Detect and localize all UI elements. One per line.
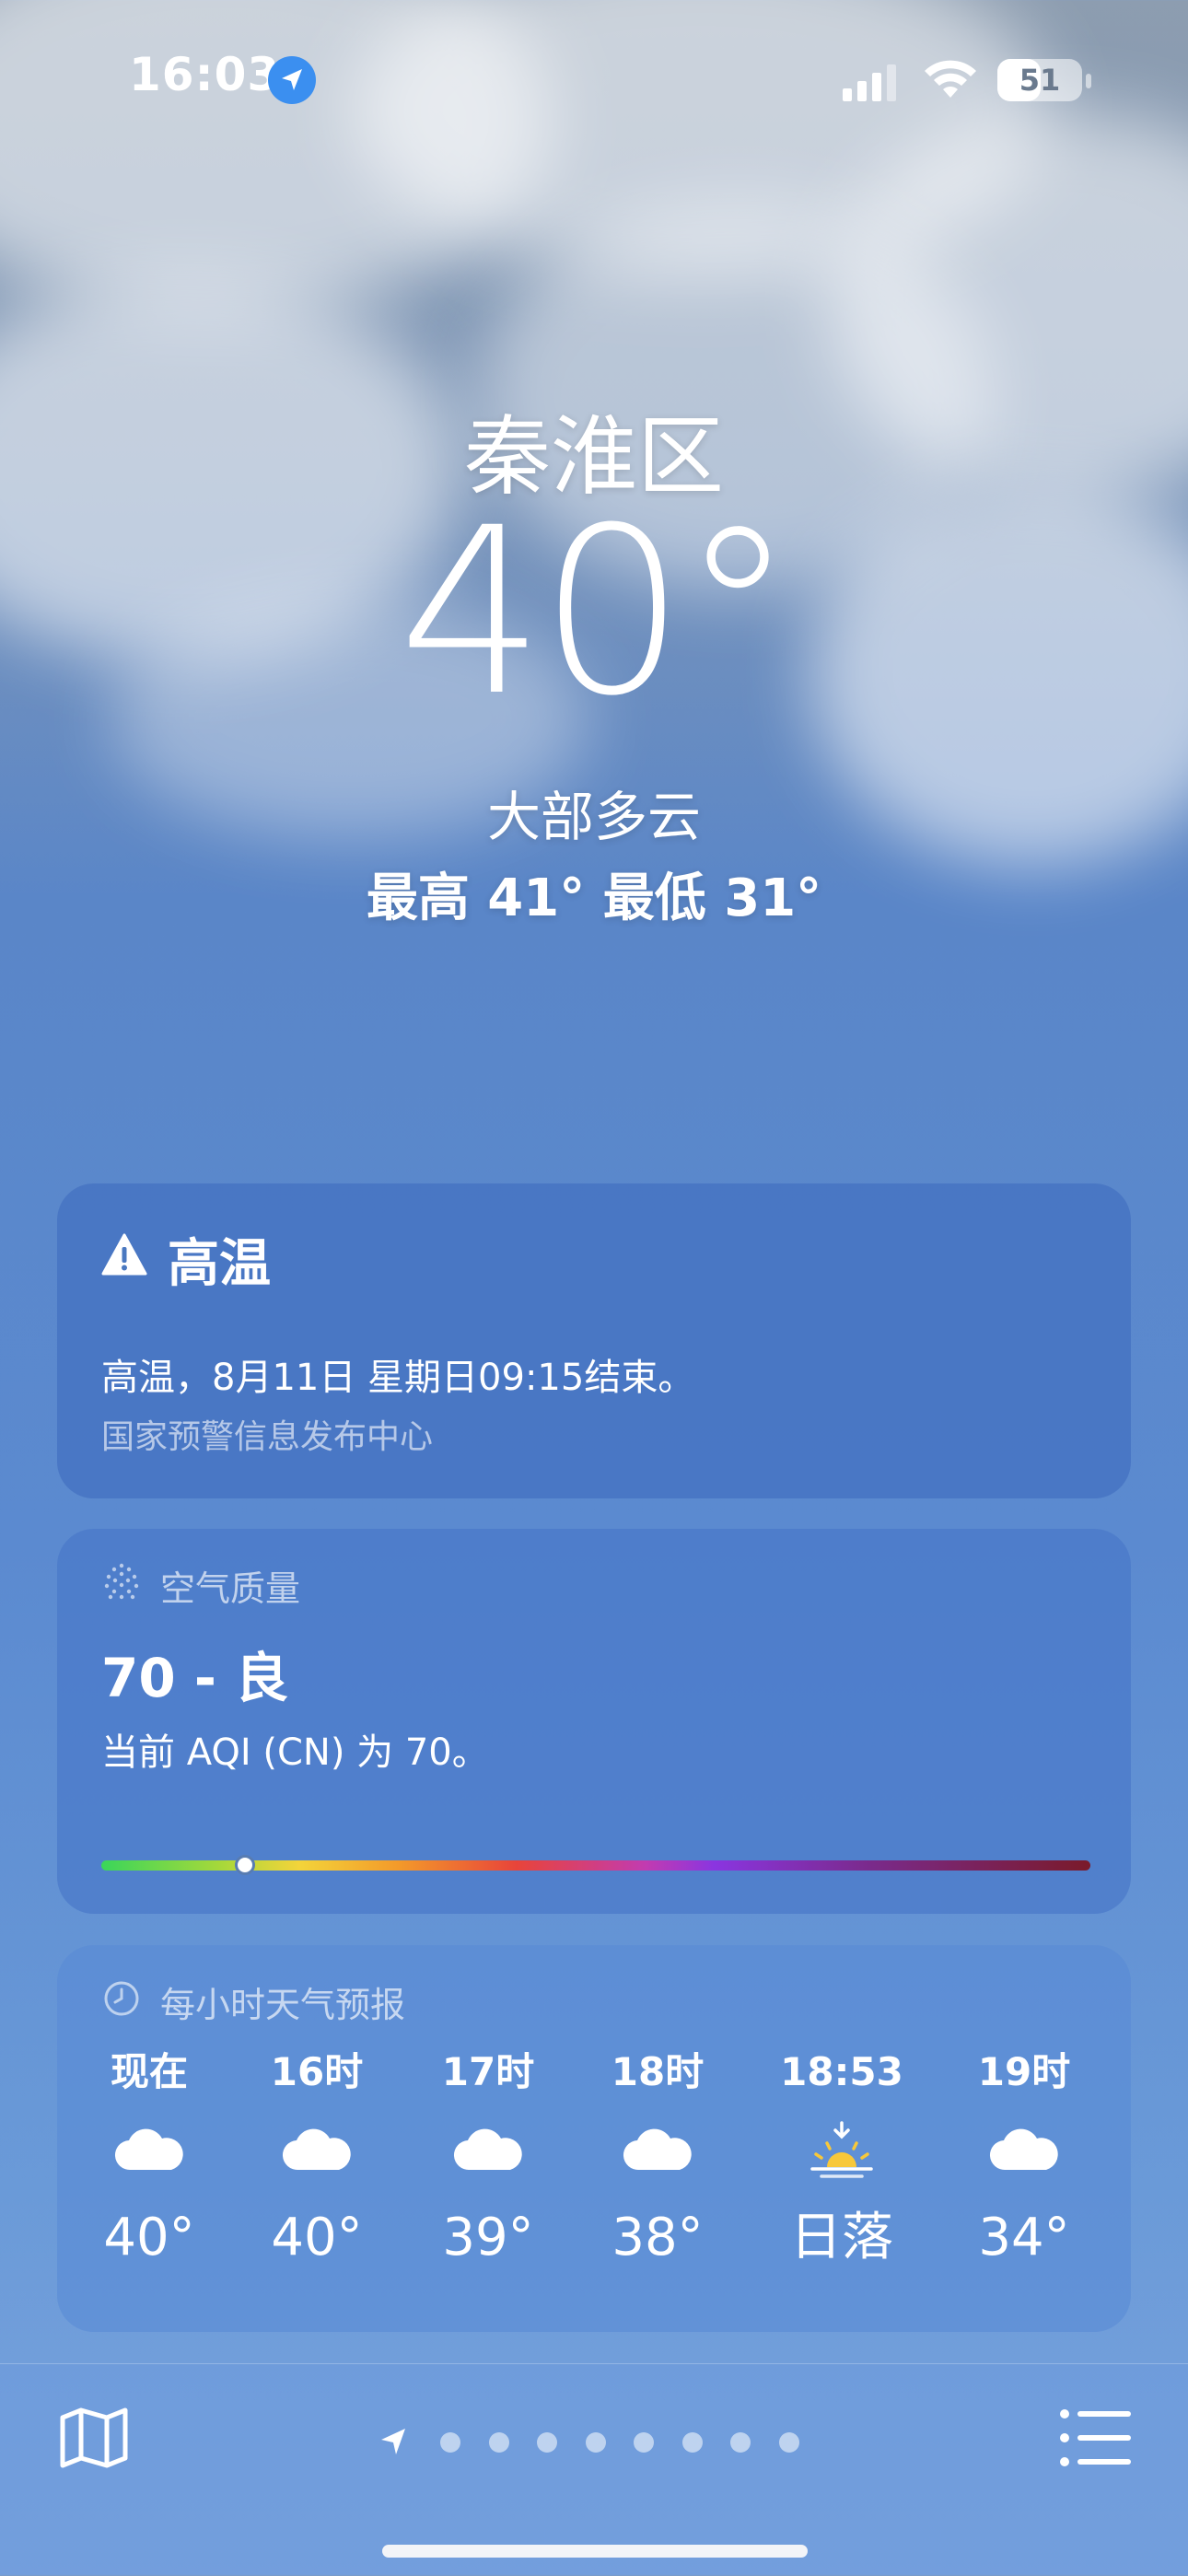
hourly-time: 18:53 <box>780 2049 903 2094</box>
cellular-signal-icon <box>843 64 896 101</box>
aqi-value: 70 - 良 <box>101 1647 289 1709</box>
alert-source[interactable]: 国家预警信息发布中心 <box>101 1410 433 1458</box>
alert-description: 高温，8月11日 星期日09:15结束。 <box>101 1357 695 1399</box>
hourly-temperature: 40° <box>271 2208 363 2267</box>
bottom-toolbar <box>0 2363 1188 2576</box>
warning-icon <box>101 1233 147 1276</box>
status-time: 16:03 <box>129 48 281 101</box>
hourly-item: 现在 40° <box>66 2045 232 2275</box>
hourly-item: 19时 34° <box>941 2045 1107 2275</box>
air-quality-title: 空气质量 <box>160 1568 301 1609</box>
high-low-temperature: 最高 41° 最低 31° <box>366 868 822 928</box>
battery-percent: 51 <box>1019 63 1061 98</box>
hourly-time: 18时 <box>611 2049 705 2094</box>
air-quality-card[interactable]: 空气质量 70 - 良 当前 AQI (CN) 为 70。 <box>57 1529 1131 1914</box>
page-dot[interactable] <box>778 2432 799 2453</box>
current-condition: 大部多云 <box>486 786 701 848</box>
page-dot[interactable] <box>730 2432 751 2453</box>
aqi-description: 当前 AQI (CN) 为 70。 <box>101 1731 489 1774</box>
hourly-item: 18:53 日落 <box>759 2045 925 2275</box>
current-temperature: 40° <box>398 478 795 746</box>
cloud-icon <box>405 2100 571 2201</box>
location-arrow-icon <box>381 2429 405 2454</box>
aqi-indicator <box>234 1855 255 1875</box>
hourly-forecast-list[interactable]: 现在 40° 16时 40° 17时 39° 18时 38° 18:53 日落 19时 34° <box>57 2045 1131 2321</box>
sunset-icon <box>759 2100 925 2201</box>
hourly-time: 16时 <box>270 2049 364 2094</box>
page-dot[interactable] <box>681 2432 703 2453</box>
page-dot[interactable] <box>488 2432 509 2453</box>
hourly-temperature: 39° <box>442 2208 534 2267</box>
hourly-temperature: 日落 <box>790 2208 893 2267</box>
cloud-icon <box>941 2100 1107 2201</box>
page-dot[interactable] <box>634 2432 654 2453</box>
hourly-temperature: 34° <box>978 2208 1070 2267</box>
hourly-item: 16时 40° <box>234 2045 400 2275</box>
map-icon[interactable] <box>57 2405 131 2471</box>
list-icon[interactable] <box>1059 2408 1133 2467</box>
air-quality-icon <box>104 1563 139 1600</box>
hourly-temperature: 40° <box>103 2208 195 2267</box>
location-arrow-icon <box>268 56 316 104</box>
hourly-temperature: 38° <box>611 2208 704 2267</box>
clock-icon <box>104 1981 139 2016</box>
cloud-icon <box>66 2100 232 2201</box>
hourly-time: 现在 <box>110 2049 188 2094</box>
hourly-time: 17时 <box>441 2049 535 2094</box>
weather-alert-card[interactable]: 高温 高温，8月11日 星期日09:15结束。 国家预警信息发布中心 <box>57 1183 1131 1498</box>
hourly-time: 19时 <box>977 2049 1071 2094</box>
hourly-forecast-title: 每小时天气预报 <box>160 1985 406 2025</box>
page-dot[interactable] <box>585 2432 606 2453</box>
hourly-item: 17时 39° <box>405 2045 571 2275</box>
page-dot[interactable] <box>440 2432 460 2453</box>
hourly-item: 18时 38° <box>575 2045 740 2275</box>
home-indicator[interactable] <box>382 2545 808 2558</box>
status-bar: 16:03 51 <box>0 0 1188 157</box>
alert-title: 高温 <box>168 1234 271 1294</box>
battery-icon: 51 <box>997 59 1091 101</box>
page-dot[interactable] <box>537 2432 557 2453</box>
cloud-icon <box>234 2100 400 2201</box>
cloud-icon <box>575 2100 740 2201</box>
wifi-icon <box>925 60 976 98</box>
current-temperature-wrap: 40° <box>0 497 1188 728</box>
hourly-forecast-card[interactable]: 每小时天气预报 现在 40° 16时 40° 17时 39° 18时 38° 18:53 日落 19… <box>57 1945 1131 2332</box>
battery-nub <box>1086 74 1091 88</box>
